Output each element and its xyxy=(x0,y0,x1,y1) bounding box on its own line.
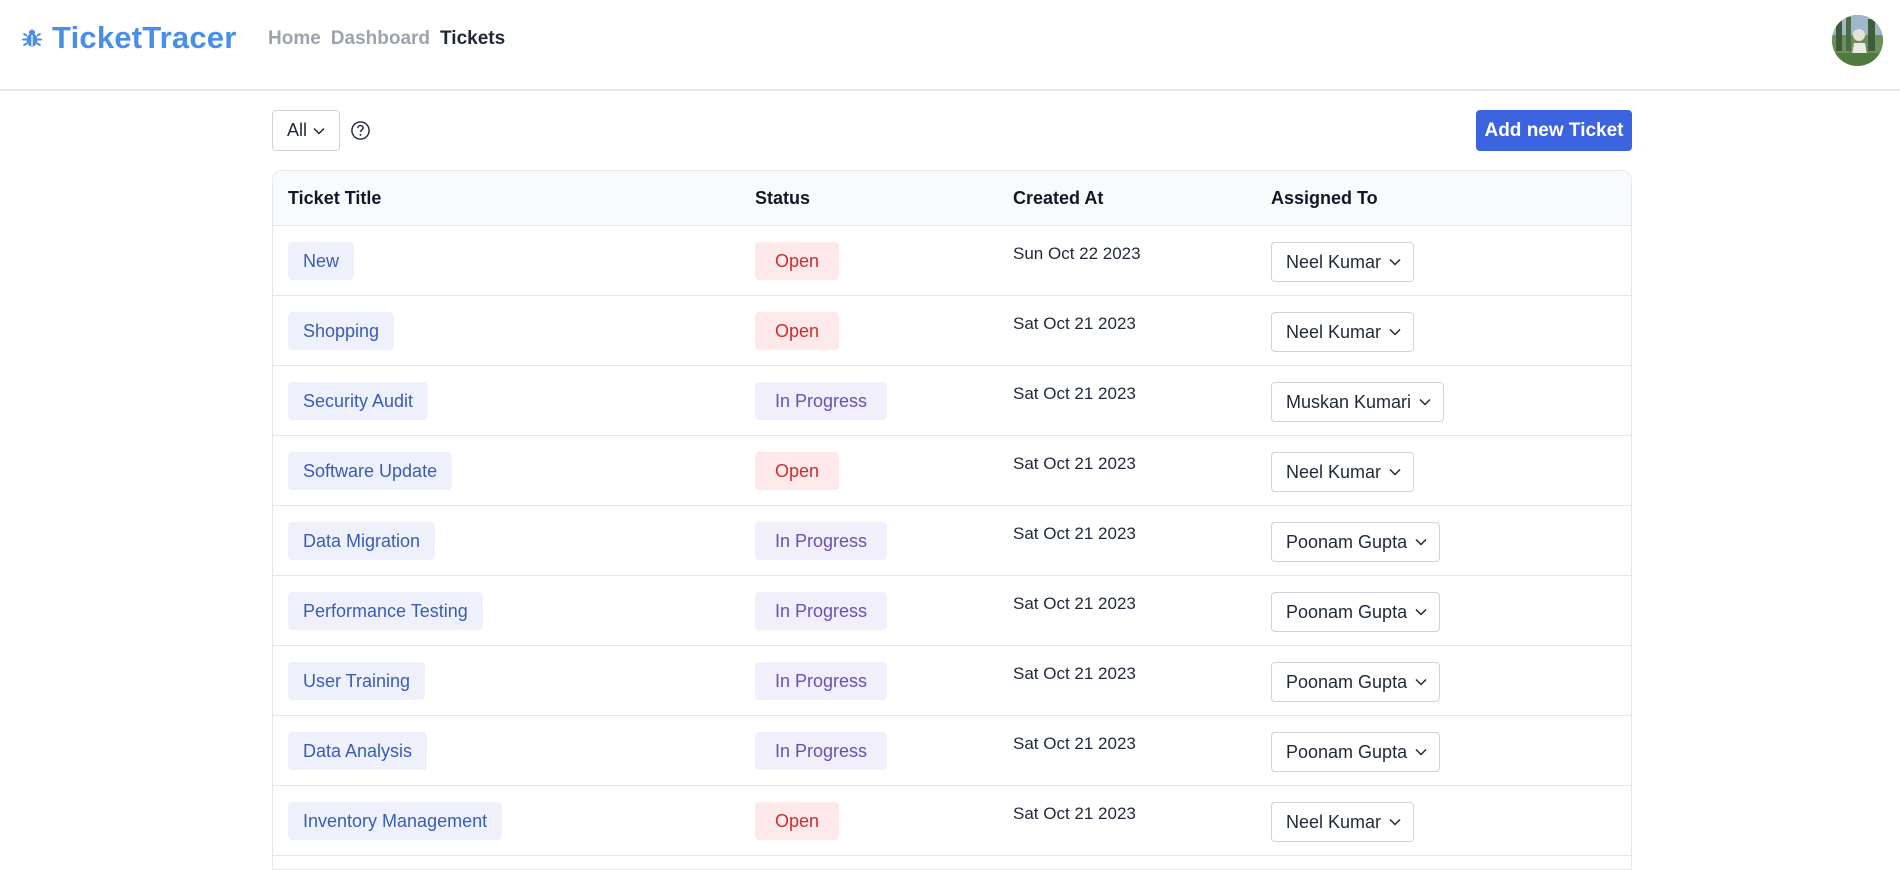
chevron-down-icon xyxy=(1419,398,1431,406)
status-badge: In Progress xyxy=(755,592,888,630)
header-created-at: Created At xyxy=(1013,188,1104,208)
table-row: Data Analysis In Progress Sat Oct 21 2023 P… xyxy=(273,716,1631,786)
user-avatar[interactable] xyxy=(1832,15,1883,66)
assignee-select[interactable]: Muskan Kumari xyxy=(1271,382,1445,422)
status-badge: Open xyxy=(755,452,840,490)
ticket-title-link[interactable]: Inventory Management xyxy=(288,802,503,840)
assignee-value: Poonam Gupta xyxy=(1286,531,1408,552)
brand-name: TicketTracer xyxy=(52,20,237,55)
chevron-down-icon xyxy=(1389,818,1401,826)
created-at-value: Sat Oct 21 2023 xyxy=(1013,314,1136,333)
header-status: Status xyxy=(755,188,811,208)
chevron-down-icon xyxy=(1415,748,1427,756)
assignee-select[interactable]: Poonam Gupta xyxy=(1271,732,1441,772)
header-assigned-to: Assigned To xyxy=(1271,188,1378,208)
assignee-select[interactable]: Poonam Gupta xyxy=(1271,522,1441,562)
assignee-select[interactable]: Neel Kumar xyxy=(1271,452,1415,492)
ticket-toolbar: All Add new Ticket xyxy=(272,110,1632,151)
created-at-value: Sat Oct 21 2023 xyxy=(1013,454,1136,473)
status-badge: In Progress xyxy=(755,382,888,420)
table-row: User Training In Progress Sat Oct 21 2023 P… xyxy=(273,646,1631,716)
status-badge: Open xyxy=(755,242,840,280)
tickets-table: Ticket Title Status Created At Assigned … xyxy=(272,170,1632,870)
avatar-image xyxy=(1832,15,1883,66)
status-badge: Open xyxy=(755,312,840,350)
assignee-value: Poonam Gupta xyxy=(1286,671,1408,692)
assignee-select[interactable]: Poonam Gupta xyxy=(1271,592,1441,632)
top-navbar: TicketTracer Home Dashboard Tickets xyxy=(0,0,1900,91)
chevron-down-icon xyxy=(1389,328,1401,336)
created-at-value: Sat Oct 21 2023 xyxy=(1013,664,1136,683)
assignee-value: Muskan Kumari xyxy=(1286,391,1412,412)
chevron-down-icon xyxy=(1389,258,1401,266)
status-filter-value: All xyxy=(286,120,307,140)
chevron-down-icon xyxy=(313,127,325,135)
chevron-down-icon xyxy=(1415,678,1427,686)
assignee-select[interactable]: Poonam Gupta xyxy=(1271,662,1441,702)
brand[interactable]: TicketTracer xyxy=(20,20,237,56)
status-badge: In Progress xyxy=(755,732,888,770)
created-at-value: Sat Oct 21 2023 xyxy=(1013,384,1136,403)
assignee-value: Neel Kumar xyxy=(1286,321,1382,342)
status-badge: In Progress xyxy=(755,522,888,560)
created-at-value: Sat Oct 21 2023 xyxy=(1013,804,1136,823)
ticket-title-link[interactable]: Data Analysis xyxy=(288,732,428,770)
bug-icon xyxy=(22,29,42,47)
table-row: Inventory Management Open Sat Oct 21 2023 N… xyxy=(273,786,1631,856)
created-at-value: Sun Oct 22 2023 xyxy=(1013,244,1141,263)
assignee-select[interactable]: Neel Kumar xyxy=(1271,802,1415,842)
assignee-value: Poonam Gupta xyxy=(1286,741,1408,762)
status-filter-select[interactable]: All xyxy=(272,110,340,151)
ticket-title-link[interactable]: Software Update xyxy=(288,452,453,490)
created-at-value: Sat Oct 21 2023 xyxy=(1013,524,1136,543)
nav-home[interactable]: Home xyxy=(268,28,321,50)
table-row: Data Migration In Progress Sat Oct 21 2023… xyxy=(273,506,1631,576)
table-row: New Open Sun Oct 22 2023 Neel Kumar xyxy=(273,226,1631,296)
table-row: Shopping Open Sat Oct 21 2023 Neel Kumar xyxy=(273,296,1631,366)
add-ticket-button[interactable]: Add new Ticket xyxy=(1476,110,1632,151)
created-at-value: Sat Oct 21 2023 xyxy=(1013,594,1136,613)
assignee-select[interactable]: Neel Kumar xyxy=(1271,312,1415,352)
ticket-title-link[interactable]: Shopping xyxy=(288,312,395,350)
assignee-value: Neel Kumar xyxy=(1286,461,1382,482)
created-at-value: Sat Oct 21 2023 xyxy=(1013,734,1136,753)
question-circle-icon[interactable] xyxy=(350,120,371,141)
nav-dashboard[interactable]: Dashboard xyxy=(331,28,430,50)
header-ticket-title: Ticket Title xyxy=(288,188,382,208)
main-nav: Home Dashboard Tickets xyxy=(268,28,505,50)
ticket-title-link[interactable]: Performance Testing xyxy=(288,592,483,630)
nav-tickets[interactable]: Tickets xyxy=(440,28,505,50)
status-badge: In Progress xyxy=(755,662,888,700)
assignee-value: Poonam Gupta xyxy=(1286,601,1408,622)
table-row: Security Audit In Progress Sat Oct 21 2023… xyxy=(273,366,1631,436)
assignee-value: Neel Kumar xyxy=(1286,251,1382,272)
assignee-value: Neel Kumar xyxy=(1286,811,1382,832)
ticket-title-link[interactable]: Data Migration xyxy=(288,522,436,560)
chevron-down-icon xyxy=(1415,538,1427,546)
chevron-down-icon xyxy=(1389,468,1401,476)
table-header: Ticket Title Status Created At Assigned … xyxy=(273,171,1631,226)
assignee-select[interactable]: Neel Kumar xyxy=(1271,242,1415,282)
table-body: New Open Sun Oct 22 2023 Neel Kumar Shopping… xyxy=(273,226,1631,856)
ticket-title-link[interactable]: User Training xyxy=(288,662,426,700)
status-badge: Open xyxy=(755,802,840,840)
ticket-title-link[interactable]: New xyxy=(288,242,355,280)
ticket-title-link[interactable]: Security Audit xyxy=(288,382,429,420)
chevron-down-icon xyxy=(1415,608,1427,616)
table-row: Software Update Open Sat Oct 21 2023 Neel K… xyxy=(273,436,1631,506)
table-row: Performance Testing In Progress Sat Oct 21… xyxy=(273,576,1631,646)
